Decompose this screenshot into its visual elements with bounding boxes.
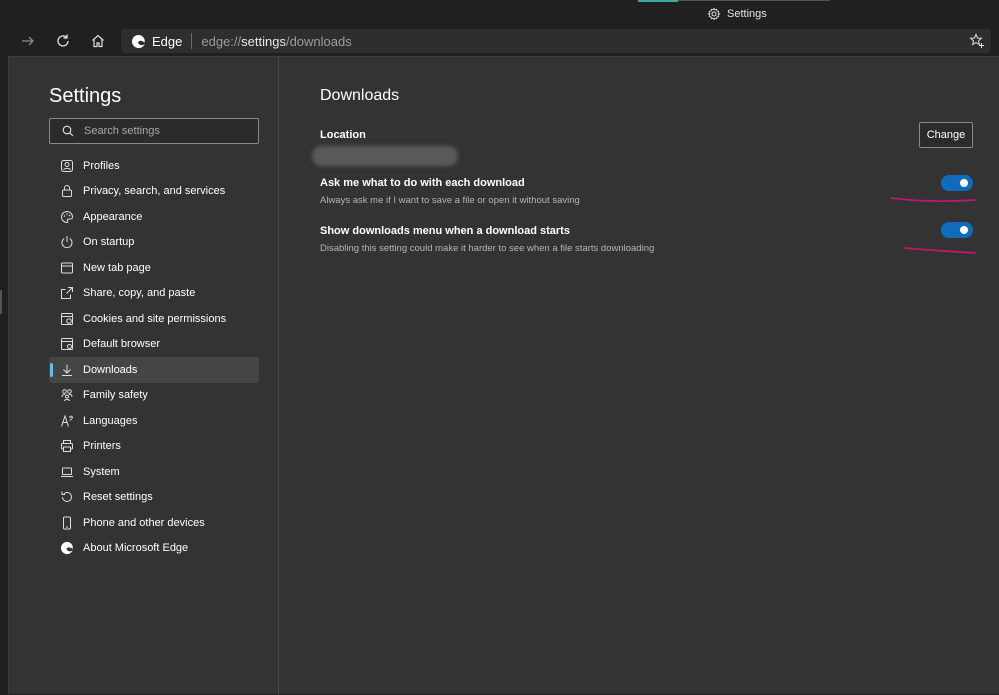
- palette-icon: [60, 210, 74, 224]
- setting-ask-each-download: Ask me what to do with each download Alw…: [320, 177, 960, 206]
- sidebar-item-label: Cookies and site permissions: [83, 312, 227, 325]
- sidebar-item-label: Languages: [83, 414, 138, 427]
- search-box[interactable]: [49, 118, 259, 144]
- sidebar-item-label: Appearance: [83, 210, 143, 223]
- sidebar-item-privacy[interactable]: Privacy, search, and services: [49, 179, 259, 205]
- tab-edge: [678, 0, 830, 1]
- sidebar-item-reset-settings[interactable]: Reset settings: [49, 485, 259, 511]
- change-location-button[interactable]: Change: [919, 122, 973, 148]
- sidebar-item-downloads[interactable]: Downloads: [49, 357, 259, 383]
- show-downloads-menu-toggle[interactable]: [941, 222, 973, 238]
- sidebar-item-printers[interactable]: Printers: [49, 434, 259, 460]
- default-browser-icon: [60, 337, 74, 351]
- sidebar-item-label: Downloads: [83, 363, 138, 376]
- url-text: edge://settings/downloads: [201, 33, 352, 49]
- laptop-icon: [60, 465, 74, 479]
- lock-icon: [60, 184, 74, 198]
- sidebar-title: Settings: [49, 85, 122, 107]
- sidebar-item-default-browser[interactable]: Default browser: [49, 332, 259, 358]
- annotation-underline: [890, 197, 976, 202]
- sidebar-item-profiles[interactable]: Profiles: [49, 153, 259, 179]
- setting-description: Always ask me if I want to save a file o…: [320, 195, 580, 206]
- annotation-underline: [904, 247, 976, 254]
- site-identity: Edge: [152, 33, 183, 49]
- languages-icon: [60, 414, 74, 428]
- new-tab-icon: [60, 261, 74, 275]
- toggle-knob: [960, 226, 968, 234]
- download-icon: [60, 363, 74, 377]
- toggle-knob: [960, 179, 968, 187]
- settings-content: Downloads Location Change Ask me what to…: [279, 57, 999, 695]
- sidebar-item-about-edge[interactable]: About Microsoft Edge: [49, 536, 259, 562]
- favorite-star-icon[interactable]: [969, 33, 985, 49]
- printer-icon: [60, 439, 74, 453]
- home-button[interactable]: [87, 30, 109, 52]
- refresh-button[interactable]: [52, 30, 74, 52]
- sidebar-item-on-startup[interactable]: On startup: [49, 230, 259, 256]
- sidebar-item-label: Printers: [83, 440, 121, 453]
- redacted-location-path: [312, 146, 458, 166]
- arrow-right-icon: [22, 36, 34, 46]
- family-icon: [60, 388, 74, 402]
- sidebar-item-appearance[interactable]: Appearance: [49, 204, 259, 230]
- settings-page: Settings Profiles Privacy, search, and s…: [8, 56, 999, 695]
- sidebar-item-label: Default browser: [83, 338, 161, 351]
- power-icon: [60, 235, 74, 249]
- sidebar-item-label: On startup: [83, 236, 135, 249]
- gear-icon: [707, 7, 721, 21]
- setting-show-downloads-menu: Show downloads menu when a download star…: [320, 225, 960, 254]
- sidebar-item-label: New tab page: [83, 261, 151, 274]
- sidebar-item-label: About Microsoft Edge: [83, 542, 189, 555]
- sidebar-item-cookies[interactable]: Cookies and site permissions: [49, 306, 259, 332]
- window-edge-handle: [0, 290, 2, 314]
- phone-icon: [60, 516, 74, 530]
- sidebar-item-label: Privacy, search, and services: [83, 185, 226, 198]
- sidebar-item-label: Family safety: [83, 389, 148, 402]
- address-separator: [191, 33, 193, 49]
- forward-button[interactable]: [17, 30, 39, 52]
- profile-icon: [60, 159, 74, 173]
- sidebar-item-label: Phone and other devices: [83, 516, 205, 529]
- sidebar-item-languages[interactable]: Languages: [49, 408, 259, 434]
- cookies-icon: [60, 312, 74, 326]
- search-input[interactable]: [84, 125, 244, 137]
- page-title: Downloads: [320, 87, 400, 104]
- toolbar: Edge edge://settings/downloads: [0, 27, 999, 55]
- home-icon: [92, 34, 104, 48]
- sidebar-item-label: Profiles: [83, 159, 120, 172]
- tab-settings[interactable]: Settings: [707, 6, 767, 22]
- share-icon: [60, 286, 74, 300]
- search-icon: [62, 125, 74, 137]
- setting-title: Ask me what to do with each download: [320, 177, 525, 189]
- ask-each-download-toggle[interactable]: [941, 175, 973, 191]
- settings-sidebar: Settings Profiles Privacy, search, and s…: [9, 57, 279, 695]
- edge-logo-icon: [60, 541, 74, 555]
- sidebar-item-phone-devices[interactable]: Phone and other devices: [49, 510, 259, 536]
- location-label: Location: [320, 129, 366, 141]
- setting-title: Show downloads menu when a download star…: [320, 225, 570, 237]
- sidebar-item-share[interactable]: Share, copy, and paste: [49, 281, 259, 307]
- title-bar: Settings: [0, 0, 999, 27]
- refresh-icon: [57, 34, 69, 47]
- tab-accent: [638, 0, 678, 2]
- sidebar-item-system[interactable]: System: [49, 459, 259, 485]
- sidebar-item-family-safety[interactable]: Family safety: [49, 383, 259, 409]
- sidebar-nav: Profiles Privacy, search, and services A…: [49, 153, 259, 561]
- reset-icon: [60, 490, 74, 504]
- sidebar-item-label: Share, copy, and paste: [83, 287, 196, 300]
- sidebar-item-new-tab-page[interactable]: New tab page: [49, 255, 259, 281]
- sidebar-item-label: Reset settings: [83, 491, 153, 504]
- sidebar-item-label: System: [83, 465, 120, 478]
- tab-title: Settings: [727, 8, 767, 20]
- edge-logo-icon: [131, 34, 145, 48]
- address-bar[interactable]: Edge edge://settings/downloads: [121, 29, 991, 53]
- setting-description: Disabling this setting could make it har…: [320, 243, 655, 254]
